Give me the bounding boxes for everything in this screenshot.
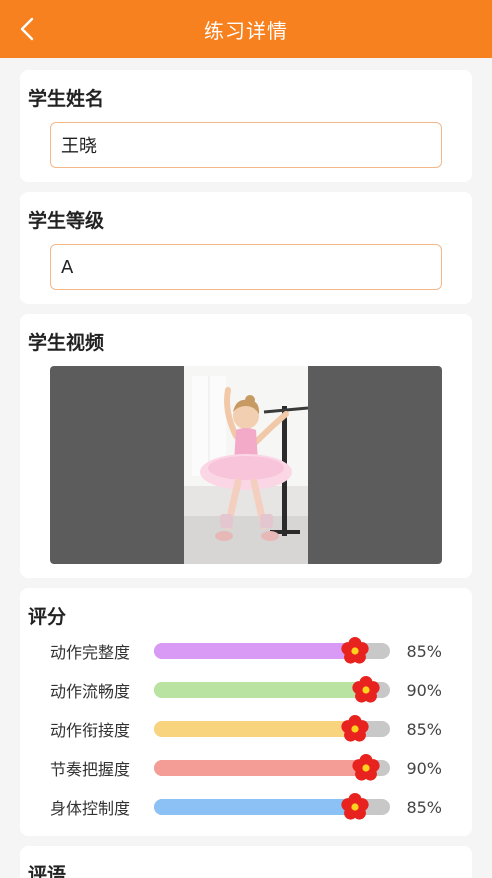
student-name-field[interactable] xyxy=(50,122,442,168)
scores-card: 评分 动作完整度 85% 动作流畅度 90% 动作衔接度 85% 节奏把握度 90% 身体控制度… xyxy=(20,588,472,836)
score-progress-bar xyxy=(154,754,390,781)
video-thumbnail xyxy=(184,366,308,564)
page-title: 练习详情 xyxy=(204,18,288,43)
flower-icon xyxy=(340,715,369,742)
chevron-left-icon xyxy=(20,17,34,41)
score-percent: 85% xyxy=(406,797,442,817)
score-row: 动作流畅度 90% xyxy=(50,675,442,705)
score-progress-fill xyxy=(154,721,355,737)
student-video-label: 学生视频 xyxy=(28,332,105,354)
flower-icon xyxy=(340,637,369,664)
comments-label: 评语 xyxy=(28,864,67,878)
score-label: 节奏把握度 xyxy=(50,760,131,779)
score-progress-fill xyxy=(154,643,355,659)
score-progress-fill xyxy=(154,760,367,776)
score-progress-bar xyxy=(154,676,390,703)
score-row: 节奏把握度 90% xyxy=(50,753,442,783)
video-player[interactable] xyxy=(50,366,442,564)
score-row: 身体控制度 85% xyxy=(50,792,442,822)
flower-icon xyxy=(352,676,381,703)
flower-icon xyxy=(352,754,381,781)
student-grade-label: 学生等级 xyxy=(28,210,105,232)
score-progress-fill xyxy=(154,799,355,815)
score-label: 动作完整度 xyxy=(50,643,131,662)
score-label: 身体控制度 xyxy=(50,799,131,818)
score-percent: 85% xyxy=(406,719,442,739)
student-video-card: 学生视频 xyxy=(20,314,472,578)
scores-label: 评分 xyxy=(28,606,67,628)
back-button[interactable] xyxy=(12,14,42,44)
score-percent: 90% xyxy=(406,758,442,778)
score-row: 动作完整度 85% xyxy=(50,636,442,666)
score-label: 动作衔接度 xyxy=(50,721,131,740)
score-label: 动作流畅度 xyxy=(50,682,131,701)
score-progress-bar xyxy=(154,637,390,664)
score-percent: 90% xyxy=(406,680,442,700)
dancer-image xyxy=(184,366,308,564)
student-grade-card: 学生等级 xyxy=(20,192,472,304)
score-progress-bar xyxy=(154,715,390,742)
score-percent: 85% xyxy=(406,641,442,661)
comments-card: 评语 xyxy=(20,846,472,878)
score-row: 动作衔接度 85% xyxy=(50,714,442,744)
score-progress-fill xyxy=(154,682,367,698)
student-name-label: 学生姓名 xyxy=(28,88,105,110)
flower-icon xyxy=(340,793,369,820)
student-name-card: 学生姓名 xyxy=(20,70,472,182)
top-bar: 练习详情 xyxy=(0,0,492,58)
score-progress-bar xyxy=(154,793,390,820)
student-grade-field[interactable] xyxy=(50,244,442,290)
